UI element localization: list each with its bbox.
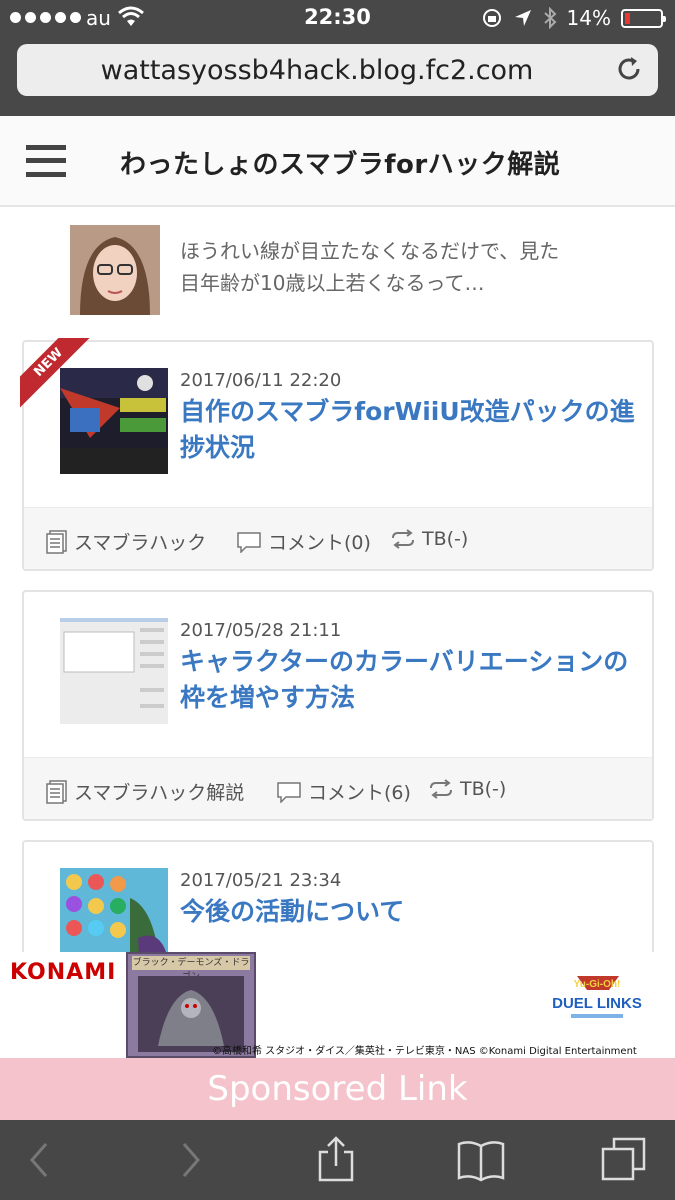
article-thumbnail[interactable]: [60, 618, 168, 724]
trackback-label: TB(-): [460, 778, 507, 800]
card-name: ブラック・デーモンズ・ドラゴン: [132, 956, 250, 982]
article-thumbnail[interactable]: [60, 368, 168, 474]
trackback-icon: [392, 529, 414, 549]
ad-line-1: ほうれい線が目立たなくなるだけで、見た: [180, 239, 560, 263]
comment-icon: [277, 781, 301, 803]
svg-text:DUEL LINKS: DUEL LINKS: [552, 995, 642, 1012]
ad-image[interactable]: [70, 225, 160, 315]
category-label: スマブラハック: [74, 532, 207, 554]
category-label: スマブラハック解説: [74, 782, 245, 804]
forward-icon[interactable]: [176, 1140, 206, 1180]
bluetooth-icon: [543, 7, 556, 29]
address-bar[interactable]: wattasyossb4hack.blog.fc2.com: [17, 44, 658, 96]
status-bar: au 22:30 14%: [0, 0, 675, 36]
konami-logo: KONAMI: [10, 960, 117, 985]
post-meta: スマブラハック コメント(0) TB(-): [24, 507, 652, 569]
post-title-link[interactable]: 自作のスマブラforWiiU改造パックの進捗状況: [180, 394, 640, 466]
share-icon[interactable]: [316, 1136, 356, 1184]
post-meta: スマブラハック解説 コメント(6) TB(-): [24, 757, 652, 819]
comments-label: コメント(6): [308, 782, 411, 804]
post-date: 2017/06/11 22:20: [180, 370, 342, 391]
comment-icon: [237, 531, 261, 553]
reload-icon[interactable]: [614, 54, 644, 84]
post-title-link[interactable]: キャラクターのカラーバリエーションの枠を増やす方法: [180, 644, 640, 716]
back-icon[interactable]: [24, 1140, 54, 1180]
duel-links-logo: Yu-Gi-Oh! DUEL LINKS: [552, 976, 642, 1018]
trackback-label: TB(-): [422, 528, 469, 550]
copyright-text: ©高橋和希 スタジオ・ダイス／集英社・テレビ東京・NAS ©Konami Dig…: [212, 1046, 637, 1057]
article-card: NEW 2017/06/11 22:20 自作のスマブラforWiiU改造パック…: [20, 338, 654, 571]
browser-toolbar: [0, 1120, 675, 1200]
site-header: わったしょのスマブラforハック解説: [0, 116, 675, 207]
post-date: 2017/05/28 21:11: [180, 620, 342, 641]
site-title[interactable]: わったしょのスマブラforハック解説: [120, 144, 560, 181]
category-link[interactable]: スマブラハック解説: [46, 778, 244, 805]
location-arrow-icon: [514, 10, 531, 26]
trackback-icon: [430, 779, 452, 799]
trackback-link[interactable]: TB(-): [428, 778, 506, 800]
game-ad-banner[interactable]: KONAMI ブラック・デーモンズ・ドラゴン Yu-Gi-Oh! DUEL LI…: [0, 952, 675, 1058]
comments-label: コメント(0): [268, 532, 371, 554]
ad-text[interactable]: ほうれい線が目立たなくなるだけで、見た 目年齢が10歳以上若くなるって…: [180, 235, 559, 299]
article-card: 2017/05/28 21:11 キャラクターのカラーバリエーションの枠を増やす…: [22, 590, 654, 821]
battery-icon: [621, 8, 666, 28]
battery-percentage: 14%: [566, 6, 611, 30]
menu-icon[interactable]: [26, 144, 66, 178]
tabs-icon[interactable]: [600, 1136, 648, 1182]
bookmarks-icon[interactable]: [456, 1138, 506, 1182]
category-icon: [46, 529, 67, 554]
url-text[interactable]: wattasyossb4hack.blog.fc2.com: [17, 55, 617, 86]
comments-link[interactable]: コメント(0): [236, 528, 371, 555]
post-date: 2017/05/21 23:34: [180, 870, 342, 891]
native-ad[interactable]: ほうれい線が目立たなくなるだけで、見た 目年齢が10歳以上若くなるって…: [0, 207, 675, 327]
sponsored-link-label[interactable]: Sponsored Link: [0, 1058, 675, 1120]
post-title-link[interactable]: 今後の活動について: [180, 894, 640, 930]
category-icon: [46, 779, 67, 804]
browser-address-area: wattasyossb4hack.blog.fc2.com: [0, 36, 675, 116]
rotation-lock-icon: [482, 9, 501, 27]
category-link[interactable]: スマブラハック: [46, 528, 206, 555]
svg-text:Yu-Gi-Oh!: Yu-Gi-Oh!: [574, 979, 621, 990]
comments-link[interactable]: コメント(6): [276, 778, 411, 805]
ad-line-2: 目年齢が10歳以上若くなるって…: [180, 271, 485, 295]
trackback-link[interactable]: TB(-): [390, 528, 468, 550]
